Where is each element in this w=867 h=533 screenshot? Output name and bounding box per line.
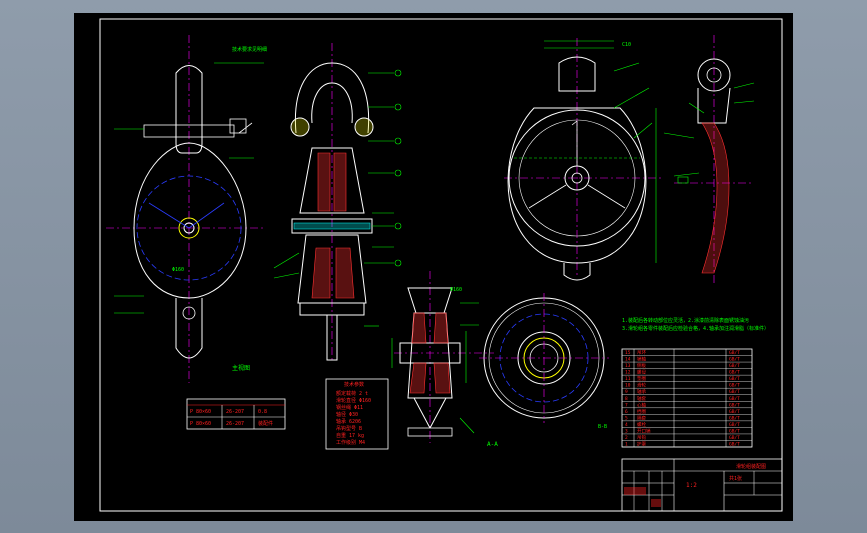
parts-row-number: 3 (625, 428, 628, 434)
spec-row: 钢丝绳 Φ11 (336, 404, 363, 411)
parts-row-code: GB/T (729, 383, 740, 389)
small-table-cell: 0.8 (258, 409, 267, 415)
small-table-cell: P 80×60 (190, 409, 211, 415)
parts-row-name: 垫圈 (637, 375, 646, 382)
parts-row-code: GB/T (729, 415, 740, 421)
wheel-section-label: A-A (487, 441, 498, 448)
parts-row-number: 13 (625, 363, 631, 369)
parts-row-code: GB/T (729, 350, 740, 356)
spec-row: 轴径 Φ30 (336, 411, 358, 418)
parts-row-code: GB/T (729, 402, 740, 408)
svg-text:Φ160: Φ160 (450, 287, 462, 293)
parts-row-name: 挡圈 (637, 408, 646, 415)
spec-row: 轴承 6206 (336, 418, 361, 425)
parts-row-number: 8 (625, 396, 628, 402)
wheel-section-view: Φ160 (391, 271, 494, 443)
parts-row-name: 螺栓 (637, 421, 646, 428)
small-table-cell: P 80×60 (190, 421, 211, 427)
front-view: 技术要求见明细 Φ160 (106, 35, 267, 383)
parts-row-name: 心轴 (637, 401, 646, 408)
parts-row-number: 15 (625, 350, 631, 356)
parts-row-number: 2 (625, 435, 628, 441)
parts-row-name: 隔套 (637, 414, 646, 421)
parts-row-number: 10 (625, 383, 631, 389)
parts-list: 15 吊环 GB/T14 销轴 GB/T13 侧板 GB/T12 螺母 GB/T11 垫圈 GB/T… (621, 348, 753, 448)
front-view-label: 主视图 (232, 364, 250, 372)
parts-row-number: 9 (625, 389, 628, 395)
title-block: 滑轮组装配图 1:2 共1张 (621, 458, 783, 512)
parts-row-code: GB/T (729, 428, 740, 434)
wheel-face-label: B-B (598, 424, 607, 430)
parts-row-number: 1 (625, 442, 628, 448)
parts-row-name: 开口销 (637, 427, 651, 434)
parts-row-number: 6 (625, 409, 628, 415)
parts-row-name: 滑轮 (637, 382, 646, 389)
parts-row-code: GB/T (729, 435, 740, 441)
spec-row: 吊钩型号 B (336, 425, 362, 432)
parts-row-name: 轴承 (637, 388, 646, 395)
specs-title: 技术参数 (344, 381, 364, 388)
side-view: C10 (504, 38, 664, 281)
small-table-cell: 装配件 (258, 420, 273, 427)
spec-row: 额定载荷 2 t (336, 390, 368, 397)
drawing-canvas: 技术要求见明细 Φ160 主视图 技术参数 额定载荷 2 t 滑轮直径 Φ160… (99, 18, 783, 512)
wheel-face-view (479, 293, 609, 423)
parts-row-code: GB/T (729, 376, 740, 382)
parts-row-name: 轴套 (637, 395, 646, 402)
svg-text:Φ160: Φ160 (172, 267, 184, 273)
parts-row-number: 14 (625, 357, 631, 363)
parts-row-number: 7 (625, 402, 628, 408)
parts-row-code: GB/T (729, 396, 740, 402)
drawing-scale: 1:2 (686, 482, 697, 489)
parts-row-number: 12 (625, 370, 631, 376)
parts-row-code: GB/T (729, 442, 740, 448)
parts-row-number: 5 (625, 415, 628, 421)
small-table: P 80×60 26-207 0.8 P 80×60 26-207 装配件 (186, 398, 286, 430)
parts-row-name: 护罩 (637, 441, 646, 448)
parts-row-code: GB/T (729, 363, 740, 369)
cad-viewport[interactable]: 技术要求见明细 Φ160 主视图 技术参数 额定载荷 2 t 滑轮直径 Φ160… (0, 0, 867, 533)
small-table-cell: 26-207 (226, 409, 244, 415)
parts-row-number: 4 (625, 422, 628, 428)
parts-row-name: 吊环 (637, 350, 646, 356)
side-detail-view (663, 35, 755, 283)
parts-row-name: 螺母 (637, 369, 646, 376)
parts-row-code: GB/T (729, 422, 740, 428)
parts-row-code: GB/T (729, 357, 740, 363)
small-table-cell: 26-207 (226, 421, 244, 427)
spec-row: 滑轮直径 Φ160 (336, 397, 371, 404)
spec-row: 工作级别 M4 (336, 439, 365, 446)
parts-row-code: GB/T (729, 409, 740, 415)
parts-row-name: 吊钩 (637, 434, 646, 441)
drawing-sheet: 技术要求见明细 Φ160 主视图 技术参数 额定载荷 2 t 滑轮直径 Φ160… (74, 13, 793, 521)
parts-rows: 15 吊环 GB/T14 销轴 GB/T13 侧板 GB/T12 螺母 GB/T11 垫圈 GB/T… (622, 350, 752, 448)
section-view (273, 43, 402, 363)
parts-row-name: 销轴 (637, 356, 646, 363)
parts-row-code: GB/T (729, 389, 740, 395)
drawing-sheet-count: 共1张 (729, 475, 742, 482)
tech-note-line: 3.滑轮组各零件装配后应检验合格，4.轴承加注润滑脂（标准件） (622, 325, 769, 332)
tech-note-line: 1.装配后各转动部位应灵活，2.涂漆前清除表面锈蚀油污 (622, 317, 749, 324)
svg-text:C10: C10 (622, 42, 631, 48)
drawing-title: 滑轮组装配图 (736, 463, 766, 470)
spec-row: 自重 17 kg (336, 432, 364, 439)
tech-notes: 1.装配后各转动部位应灵活，2.涂漆前清除表面锈蚀油污 3.滑轮组各零件装配后应… (622, 317, 769, 332)
specs-table: 技术参数 额定载荷 2 t 滑轮直径 Φ160 钢丝绳 Φ11 轴径 Φ30 轴… (325, 378, 389, 450)
parts-row-name: 侧板 (637, 362, 646, 369)
svg-text:技术要求见明细: 技术要求见明细 (232, 46, 267, 53)
parts-row-code: GB/T (729, 370, 740, 376)
parts-row-number: 11 (625, 376, 631, 382)
